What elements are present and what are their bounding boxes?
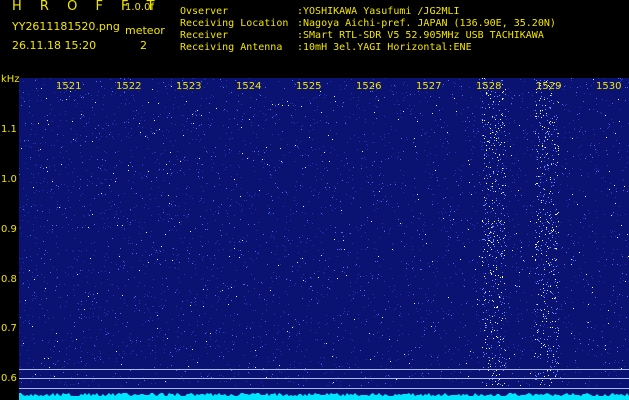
reference-line	[19, 378, 629, 379]
location-row: Receiving Location :Nagoya Aichi-pref. JA…	[180, 18, 556, 30]
location-key: Receiving Location	[180, 18, 289, 29]
x-tick: 1525	[296, 81, 322, 92]
spectrogram	[19, 78, 629, 400]
x-tick: 1530	[596, 81, 622, 92]
x-tick: 1524	[236, 81, 262, 92]
y-axis-unit: kHz	[1, 74, 20, 85]
x-tick: 1521	[56, 81, 82, 92]
location-value: :Nagoya Aichi-pref. JAPAN (136.90E, 35.2…	[297, 18, 556, 29]
version-label: 1.0.0f	[125, 2, 154, 13]
receiver-key: Receiver	[180, 30, 229, 41]
timestamp: 26.11.18 15:20	[12, 39, 97, 52]
reference-line	[19, 388, 629, 389]
observer-row: Ovserver :YOSHIKAWA Yasufumi /JG2MLI	[180, 6, 460, 18]
reference-line	[19, 369, 629, 370]
x-tick: 1529	[536, 81, 562, 92]
x-tick: 1526	[356, 81, 382, 92]
y-tick: 1.0	[1, 174, 17, 185]
y-tick: 0.6	[1, 373, 17, 384]
observer-key: Ovserver	[180, 6, 229, 17]
antenna-value: :10mH 3el.YAGI Horizontal:ENE	[297, 42, 472, 53]
antenna-row: Receiving Antenna :10mH 3el.YAGI Horizont…	[180, 42, 472, 54]
y-tick: 0.7	[1, 323, 17, 334]
observer-value: :YOSHIKAWA Yasufumi /JG2MLI	[297, 6, 460, 17]
x-tick: 1528	[476, 81, 502, 92]
x-tick: 1523	[176, 81, 202, 92]
receiver-value: :SMart RTL-SDR V5 52.905MHz USB TACHIKAW…	[297, 30, 544, 41]
receiver-row: Receiver :SMart RTL-SDR V5 52.905MHz USB …	[180, 30, 544, 42]
x-tick: 1522	[116, 81, 142, 92]
meteor-label: meteor	[125, 24, 165, 37]
antenna-key: Receiving Antenna	[180, 42, 283, 53]
y-tick: 1.1	[1, 124, 17, 135]
y-tick: 0.9	[1, 224, 17, 235]
file-name: YY2611181520.png	[12, 20, 120, 33]
spectrogram-noise	[19, 78, 629, 400]
y-tick: 0.8	[1, 274, 17, 285]
meteor-count: 2	[140, 39, 147, 52]
x-tick: 1527	[416, 81, 442, 92]
